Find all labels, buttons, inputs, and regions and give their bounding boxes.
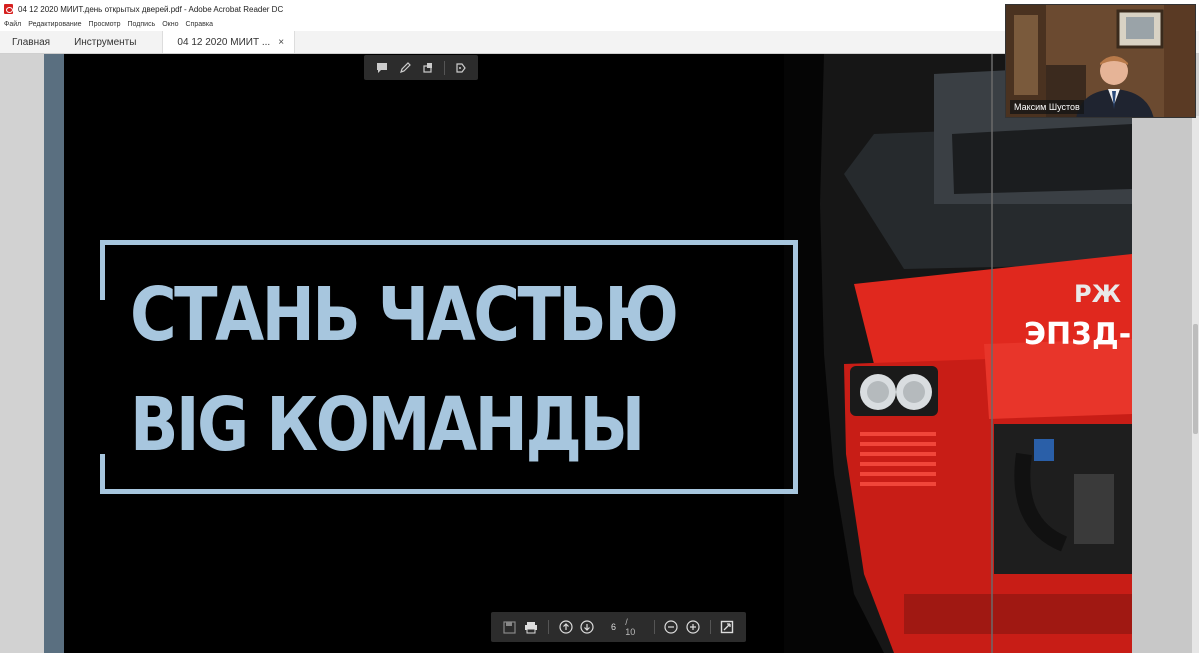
menu-sign[interactable]: Подпись: [128, 21, 156, 28]
train-image: РЖ ЭП3Д-: [784, 54, 1132, 653]
pdf-page: РЖ ЭП3Д- СТАНЬ ЧАСТЬЮ BIG КОМАНДЫ: [64, 54, 1132, 653]
webcam-video: Максим Шустов: [1005, 4, 1196, 118]
participant-name: Максим Шустов: [1010, 100, 1084, 114]
fit-page-icon[interactable]: [719, 618, 736, 636]
tool-separator: [653, 620, 655, 634]
arrow-down-circle-icon[interactable]: [578, 618, 595, 636]
quick-tools-bar: [364, 55, 478, 80]
rzd-logo: РЖ: [1074, 280, 1122, 308]
comment-icon[interactable]: [375, 61, 389, 75]
tab-document-label: 04 12 2020 МИИТ ...: [177, 36, 271, 48]
menu-help[interactable]: Справка: [186, 21, 213, 28]
tab-home[interactable]: Главная: [0, 31, 62, 53]
train-model-text: ЭП3Д-: [1024, 317, 1131, 352]
tab-document[interactable]: 04 12 2020 МИИТ ... ×: [162, 31, 296, 53]
page-number-field[interactable]: 6 / 10: [606, 617, 640, 637]
arrow-up-circle-icon[interactable]: [557, 618, 574, 636]
pen-icon[interactable]: [398, 61, 412, 75]
menu-file[interactable]: Файл: [4, 21, 21, 28]
headline-line-1: СТАНЬ ЧАСТЬЮ: [130, 272, 679, 358]
page-right-margin: [1132, 116, 1194, 653]
page-navigation-bar: 6 / 10: [491, 612, 746, 642]
acrobat-window: 04 12 2020 МИИТ.день открытых дверей.pdf…: [0, 0, 1199, 653]
share-icon[interactable]: [454, 61, 468, 75]
tool-separator: [547, 620, 549, 634]
document-area: РЖ ЭП3Д- СТАНЬ ЧАСТЬЮ BIG КОМАНДЫ: [0, 54, 1199, 653]
tool-separator: [443, 60, 445, 75]
tab-close-icon[interactable]: ×: [278, 37, 284, 48]
tool-separator: [709, 620, 711, 634]
page-left-margin: [44, 54, 64, 653]
headline-line-2: BIG КОМАНДЫ: [130, 382, 645, 468]
scrollbar-thumb[interactable]: [1193, 324, 1198, 434]
menu-edit[interactable]: Редактирование: [28, 21, 81, 28]
tab-tools[interactable]: Инструменты: [62, 31, 148, 53]
save-icon[interactable]: [501, 618, 518, 636]
zoom-out-icon[interactable]: [663, 618, 680, 636]
stamp-icon[interactable]: [421, 61, 435, 75]
headline-frame-left-top: [100, 240, 105, 300]
current-page[interactable]: 6: [606, 622, 621, 632]
headline-frame-left-bottom: [100, 454, 105, 494]
total-pages: / 10: [625, 617, 636, 637]
print-icon[interactable]: [522, 618, 539, 636]
window-title: 04 12 2020 МИИТ.день открытых дверей.pdf…: [18, 4, 284, 14]
zoom-in-icon[interactable]: [684, 618, 701, 636]
menu-window[interactable]: Окно: [162, 21, 178, 28]
menu-view[interactable]: Просмотр: [89, 21, 121, 28]
acrobat-icon: [4, 4, 13, 14]
